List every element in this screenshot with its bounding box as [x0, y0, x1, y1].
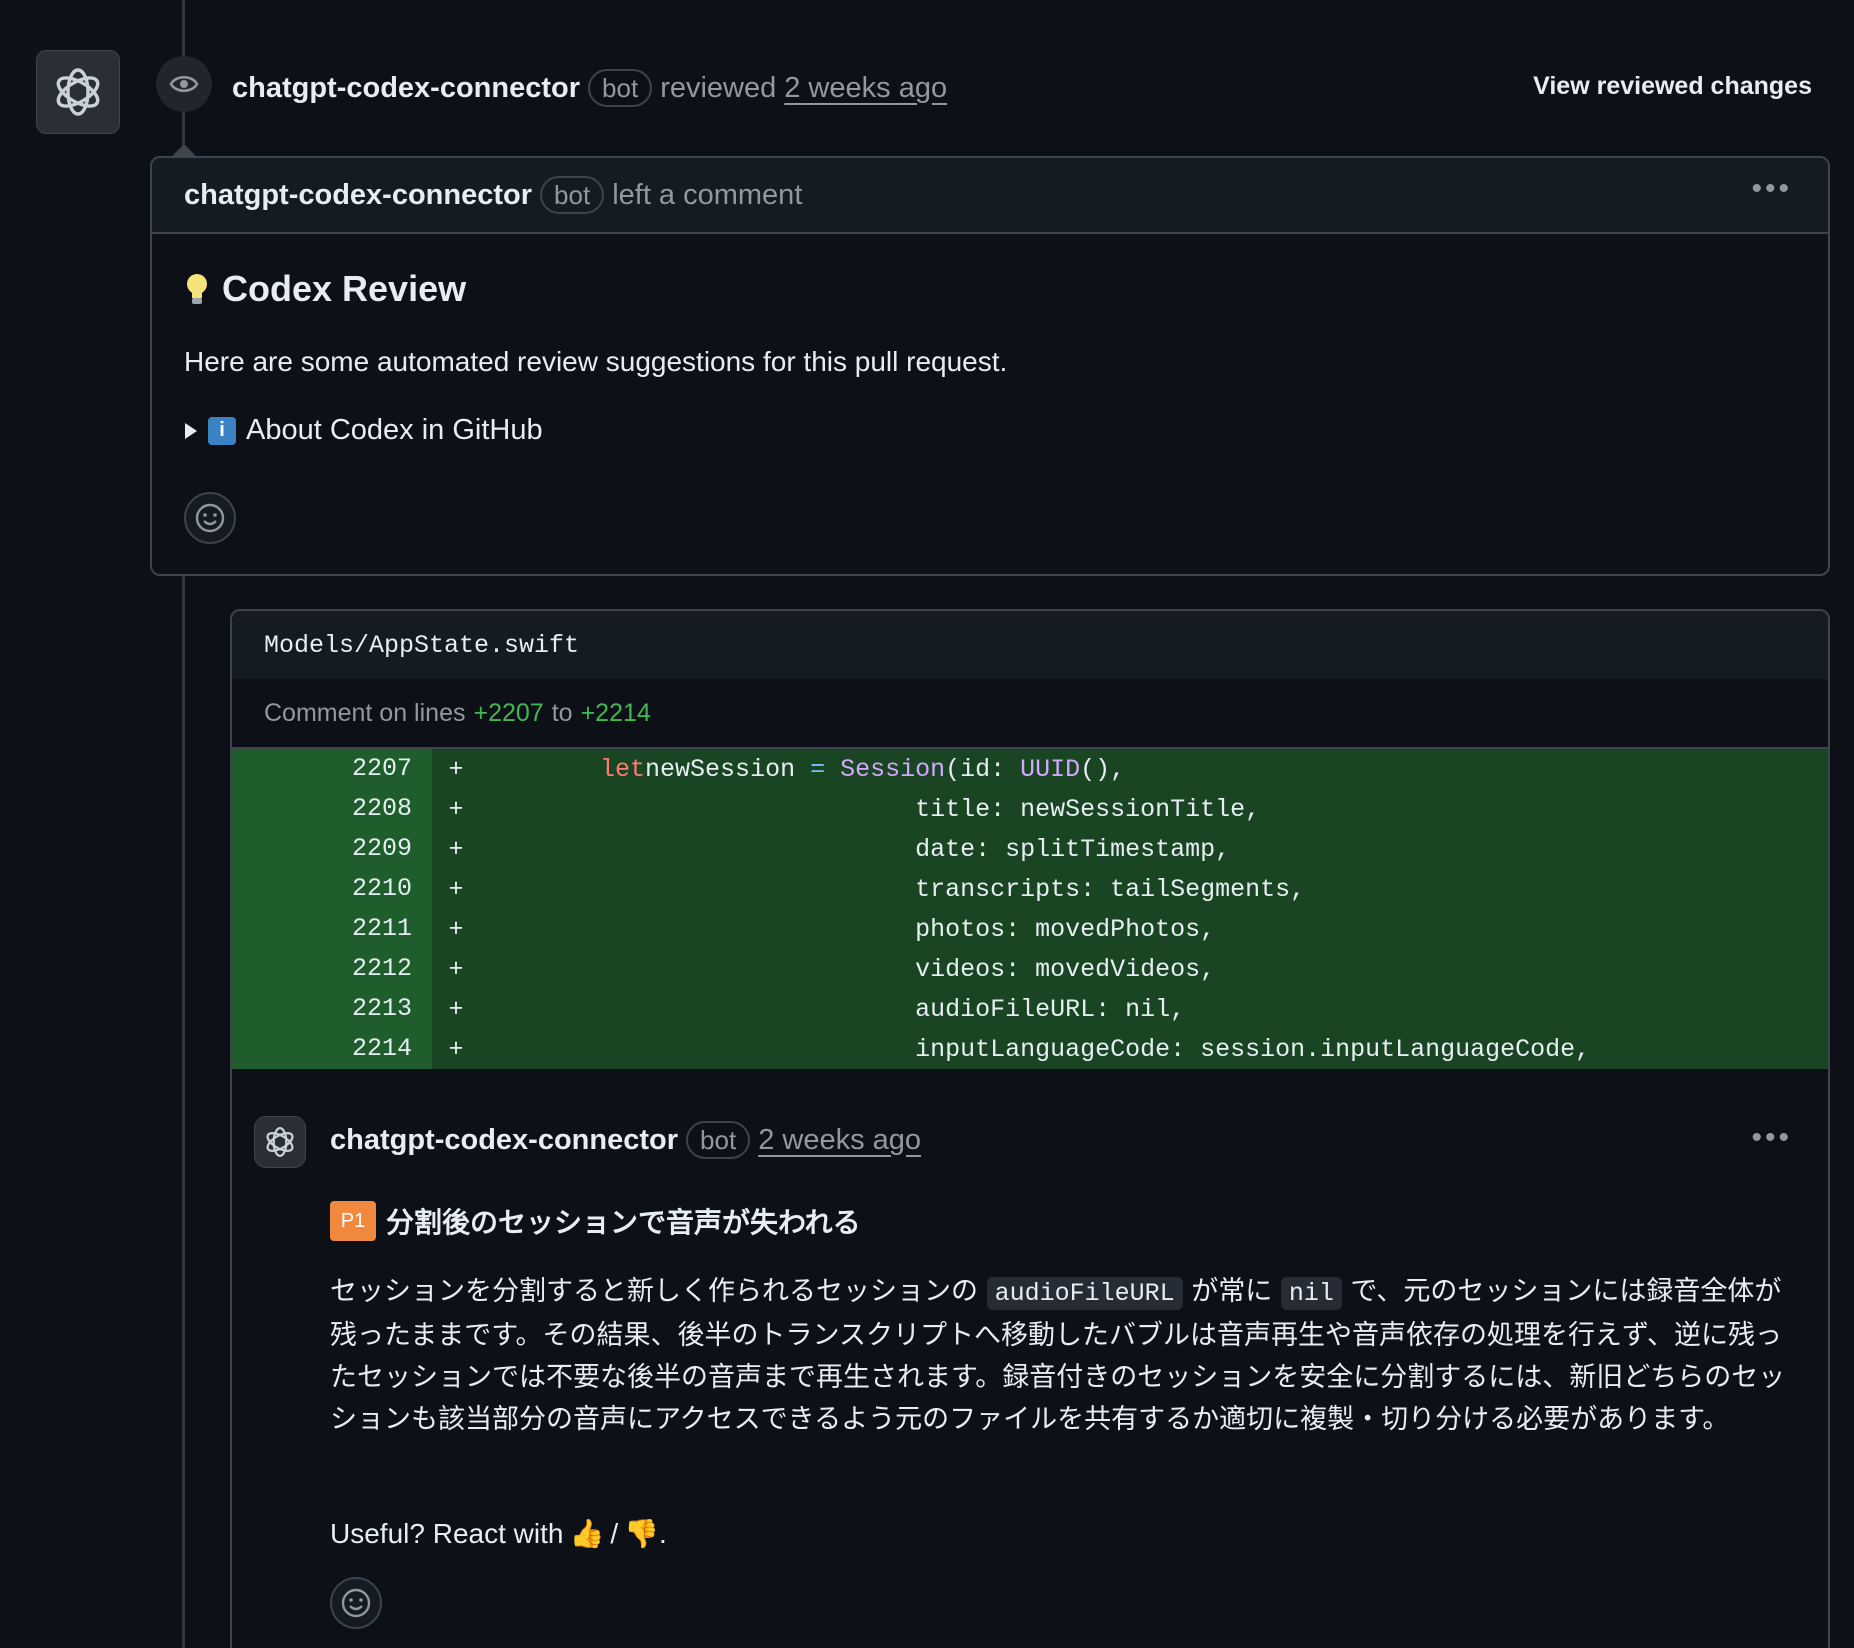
bot-badge: bot [588, 69, 653, 107]
diff-line[interactable]: 2208 + title: newSessionTitle, [232, 789, 1828, 829]
diff-code: letnewSession = Session(id: UUID(), [600, 754, 1126, 784]
inline-code: audioFileURL [986, 1277, 1183, 1310]
disclosure-triangle-icon [185, 422, 197, 439]
comment-on-prefix: Comment on lines [264, 698, 466, 727]
codex-avatar[interactable] [36, 50, 120, 134]
inline-comment-author-link[interactable]: chatgpt-codex-connector [330, 1124, 678, 1157]
smiley-icon [341, 1588, 371, 1618]
inline-comment-title-text: 分割後のセッションで音声が失われる [386, 1206, 861, 1239]
diff-code: videos: movedVideos, [915, 954, 1216, 984]
diff-added-marker: + [448, 994, 464, 1024]
diff-line[interactable]: 2213 + audioFileURL: nil, [232, 989, 1828, 1029]
diff-line-number[interactable]: 2208 [232, 789, 432, 829]
kebab-menu-icon[interactable]: ••• [1751, 172, 1792, 206]
diff-line[interactable]: 2212 + videos: movedVideos, [232, 949, 1828, 989]
diff-code: title: newSessionTitle, [915, 794, 1261, 824]
comment-action: left a comment [612, 178, 803, 211]
diff-added-marker: + [448, 834, 464, 864]
openai-logo-icon [56, 68, 100, 116]
line-end: +2214 [580, 698, 651, 727]
review-event-badge [156, 56, 212, 112]
review-title: Codex Review [184, 268, 466, 310]
diff-code: date: splitTimestamp, [915, 834, 1231, 864]
useful-text: Useful? React with [330, 1517, 564, 1549]
diff-added-marker: + [448, 794, 464, 824]
about-codex-label: About Codex in GitHub [246, 414, 543, 446]
openai-logo-icon [266, 1127, 294, 1157]
review-author-link[interactable]: chatgpt-codex-connector [232, 72, 580, 105]
add-reaction-button[interactable] [330, 1577, 382, 1629]
codex-avatar[interactable] [254, 1116, 306, 1168]
period: . [658, 1517, 667, 1549]
diff-line[interactable]: 2211 + photos: movedPhotos, [232, 909, 1828, 949]
to-word: to [551, 698, 573, 727]
eye-icon [169, 75, 199, 93]
file-comment-thread: Models/AppState.swift Comment on lines +… [230, 609, 1830, 1648]
comment-author-link[interactable]: chatgpt-codex-connector [184, 179, 532, 212]
diff-added-marker: + [448, 954, 464, 984]
view-reviewed-changes-link[interactable]: View reviewed changes [1533, 72, 1812, 101]
inline-comment-body: セッションを分割すると新しく作られるセッションの audioFileURL が常… [330, 1271, 1790, 1441]
inline-code: nil [1280, 1277, 1342, 1310]
diff-code: inputLanguageCode: session.inputLanguage… [915, 1034, 1591, 1064]
line-start: +2207 [473, 698, 544, 727]
smiley-icon [195, 503, 225, 533]
diff-added-marker: + [448, 754, 464, 784]
slash: / [610, 1517, 619, 1549]
review-body: Here are some automated review suggestio… [184, 346, 1008, 377]
thumbs-down-icon: 👎 [624, 1518, 659, 1549]
diff-added-marker: + [448, 1034, 464, 1064]
diff-line-number[interactable]: 2212 [232, 949, 432, 989]
diff-added-marker: + [448, 914, 464, 944]
review-timestamp-link[interactable]: 2 weeks ago [784, 72, 947, 105]
diff-line-number[interactable]: 2209 [232, 829, 432, 869]
useful-prompt: Useful? React with 👍 / 👎. [330, 1517, 667, 1550]
diff-line-number[interactable]: 2210 [232, 869, 432, 909]
diff-code: photos: movedPhotos, [915, 914, 1216, 944]
diff-code: transcripts: tailSegments, [915, 874, 1306, 904]
body-text: セッションを分割すると新しく作られるセッションの [330, 1276, 978, 1307]
review-title-text: Codex Review [222, 268, 467, 309]
diff-line-number[interactable]: 2213 [232, 989, 432, 1029]
diff-added-marker: + [448, 874, 464, 904]
kebab-menu-icon[interactable]: ••• [1751, 1121, 1792, 1155]
diff-line-number[interactable]: 2207 [232, 749, 432, 789]
thumbs-up-icon: 👍 [569, 1518, 605, 1549]
inline-comment-title: P1 分割後のセッションで音声が失われる [330, 1201, 861, 1241]
bot-badge: bot [686, 1121, 751, 1159]
review-comment-box: chatgpt-codex-connector bot left a comme… [150, 156, 1830, 576]
comment-line-range: Comment on lines +2207 to +2214 [232, 679, 1828, 749]
bot-badge: bot [540, 176, 605, 214]
file-path[interactable]: Models/AppState.swift [232, 611, 1828, 679]
diff-hunk: 2207 + letnewSession = Session(id: UUID()… [232, 749, 1828, 1069]
inline-comment-timestamp-link[interactable]: 2 weeks ago [758, 1124, 921, 1157]
info-icon: i [208, 416, 236, 445]
diff-line-number[interactable]: 2214 [232, 1029, 432, 1069]
add-reaction-button[interactable] [184, 492, 236, 544]
review-action: reviewed [660, 71, 777, 104]
body-text: が常に [1191, 1276, 1273, 1307]
review-comment-header: chatgpt-codex-connector bot left a comme… [152, 158, 1828, 234]
priority-badge: P1 [330, 1201, 376, 1241]
diff-line[interactable]: 2207 + letnewSession = Session(id: UUID()… [232, 749, 1828, 789]
about-codex-details[interactable]: i About Codex in GitHub [184, 414, 543, 447]
lightbulb-icon [187, 274, 207, 304]
diff-line[interactable]: 2210 + transcripts: tailSegments, [232, 869, 1828, 909]
diff-line[interactable]: 2214 + inputLanguageCode: session.inputLa… [232, 1029, 1828, 1069]
diff-line[interactable]: 2209 + date: splitTimestamp, [232, 829, 1828, 869]
diff-line-number[interactable]: 2211 [232, 909, 432, 949]
inline-comment-header: chatgpt-codex-connector bot 2 weeks ago [330, 1121, 921, 1159]
review-header: chatgpt-codex-connector bot reviewed 2 w… [232, 66, 947, 110]
diff-code: audioFileURL: nil, [915, 994, 1186, 1024]
